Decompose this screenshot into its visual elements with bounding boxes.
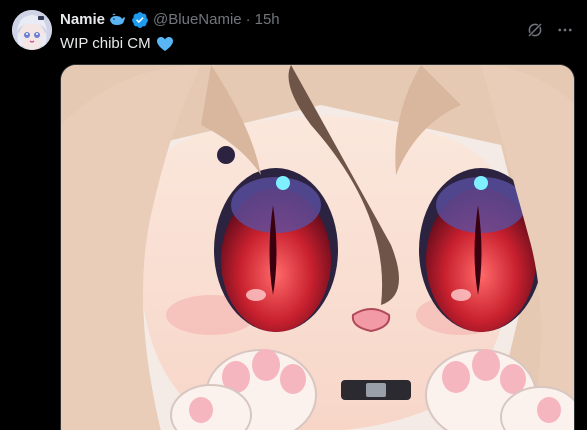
handle[interactable]: @BlueNamie bbox=[153, 10, 242, 30]
tweet-text: WIP chibi CM bbox=[60, 34, 575, 54]
tweet-media-image[interactable] bbox=[60, 64, 575, 430]
separator-dot: · bbox=[245, 11, 251, 28]
avatar[interactable] bbox=[12, 10, 52, 50]
timestamp[interactable]: 15h bbox=[255, 10, 280, 30]
blue-heart-icon bbox=[156, 36, 174, 52]
tweet-header: Namie @BlueNamie · 15h bbox=[60, 10, 575, 30]
tweet-text-content: WIP chibi CM bbox=[60, 35, 151, 52]
display-name[interactable]: Namie bbox=[60, 10, 105, 30]
tweet-body: Namie @BlueNamie · 15h WIP chibi CM bbox=[60, 10, 575, 54]
more-icon[interactable] bbox=[555, 20, 575, 40]
whale-icon bbox=[109, 13, 127, 27]
verified-badge-icon[interactable] bbox=[131, 11, 149, 29]
grok-icon[interactable] bbox=[525, 20, 545, 40]
tweet[interactable]: Namie @BlueNamie · 15h WIP chibi CM bbox=[0, 0, 587, 430]
